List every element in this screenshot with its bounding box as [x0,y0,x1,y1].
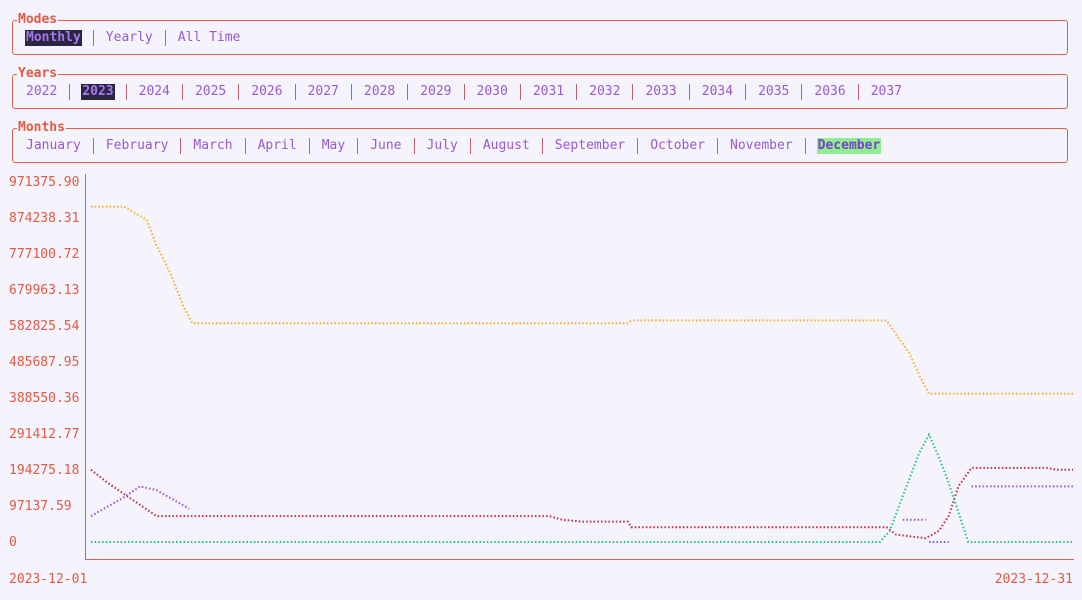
months-separator [244,138,246,154]
y-tick-label: 874238.31 [9,211,79,226]
years-separator [519,84,521,100]
chart-series [90,205,1073,543]
modes-separator [164,30,166,46]
years-tab-2026[interactable]: 2026 [250,84,283,100]
y-tick-label: 388550.36 [9,391,79,406]
months-tab-october[interactable]: October [649,138,706,154]
months-tab-may[interactable]: May [321,138,346,154]
y-tick-label: 679963.13 [9,283,79,298]
years-separator [350,84,352,100]
y-tick-label: 777100.72 [9,247,79,262]
months-tab-april[interactable]: April [257,138,298,154]
years-tab-2025[interactable]: 2025 [194,84,227,100]
x-tick-end: 2023-12-31 [995,572,1073,587]
months-separator [180,138,182,154]
y-tick-label: 194275.18 [9,463,79,478]
years-tab-2036[interactable]: 2036 [813,84,846,100]
years-separator [463,84,465,100]
y-tick-label: 485687.95 [9,355,79,370]
y-tick-label: 97137.59 [9,499,72,514]
series-line-6 [91,432,1073,543]
modes-tab-yearly[interactable]: Yearly [105,30,154,46]
years-separator [688,84,690,100]
years-tab-2033[interactable]: 2033 [644,84,677,100]
years-tab-2031[interactable]: 2031 [532,84,565,100]
years-tab-2024[interactable]: 2024 [138,84,171,100]
series-line-0 [91,205,1073,395]
x-tick-start: 2023-12-01 [9,572,87,587]
years-separator [69,84,71,100]
months-tabs: January February March April May June July Augu… [25,137,882,155]
months-tab-august[interactable]: August [482,138,531,154]
months-separator [308,138,310,154]
months-separator [637,138,639,154]
months-tab-september[interactable]: September [554,138,626,154]
months-tab-july[interactable]: July [426,138,459,154]
series-line-2 [90,485,190,517]
years-tabs: 2022 2023 2024 2025 2026 2027 2028 2029 2030 2031… [25,83,903,101]
years-separator [181,84,183,100]
modes-tab-all-time[interactable]: All Time [177,30,242,46]
y-tick-label: 971375.90 [9,175,79,190]
series-line-1 [90,466,1073,540]
modes-tabs: Monthly Yearly All Time [25,29,241,47]
months-separator [541,138,543,154]
years-panel: Years 2022 2023 2024 2025 2026 2027 2028 2029 20… [12,66,1068,109]
months-tab-january[interactable]: January [25,138,82,154]
modes-title: Modes [17,12,59,28]
years-separator [801,84,803,100]
years-separator [576,84,578,100]
years-tab-2022[interactable]: 2022 [25,84,58,100]
months-title: Months [17,120,66,136]
months-separator [804,138,806,154]
y-tick-label: 291412.77 [9,427,79,442]
modes-separator [92,30,94,46]
modes-panel: Modes Monthly Yearly All Time [12,12,1068,55]
years-tab-2035[interactable]: 2035 [757,84,790,100]
years-tab-2034[interactable]: 2034 [701,84,734,100]
y-tick-labels: 971375.90 874238.31 777100.72 679963.13 5828… [9,175,80,550]
years-tab-2029[interactable]: 2029 [419,84,452,100]
years-tab-2037[interactable]: 2037 [870,84,903,100]
y-tick-label: 582825.54 [9,319,80,334]
years-tab-2028[interactable]: 2028 [363,84,396,100]
months-tab-december[interactable]: December [816,138,882,154]
months-separator [92,138,94,154]
years-separator [857,84,859,100]
months-tab-november[interactable]: November [729,138,794,154]
line-chart: 971375.90 874238.31 777100.72 679963.13 5828… [9,174,1074,587]
months-tab-february[interactable]: February [105,138,170,154]
years-tab-2032[interactable]: 2032 [588,84,621,100]
years-separator [745,84,747,100]
modes-tab-monthly[interactable]: Monthly [25,30,82,46]
years-separator [632,84,634,100]
years-title: Years [17,66,59,82]
years-tab-2023[interactable]: 2023 [81,84,115,100]
months-separator [469,138,471,154]
months-panel: Months January February March April May June J… [12,120,1068,163]
years-separator [294,84,296,100]
years-separator [238,84,240,100]
years-tab-2027[interactable]: 2027 [307,84,340,100]
years-tab-2030[interactable]: 2030 [476,84,509,100]
months-separator [357,138,359,154]
months-separator [413,138,415,154]
years-separator [407,84,409,100]
months-tab-march[interactable]: March [192,138,233,154]
years-separator [125,84,127,100]
y-tick-label: 0 [9,535,17,550]
months-separator [717,138,719,154]
months-tab-june[interactable]: June [369,138,402,154]
